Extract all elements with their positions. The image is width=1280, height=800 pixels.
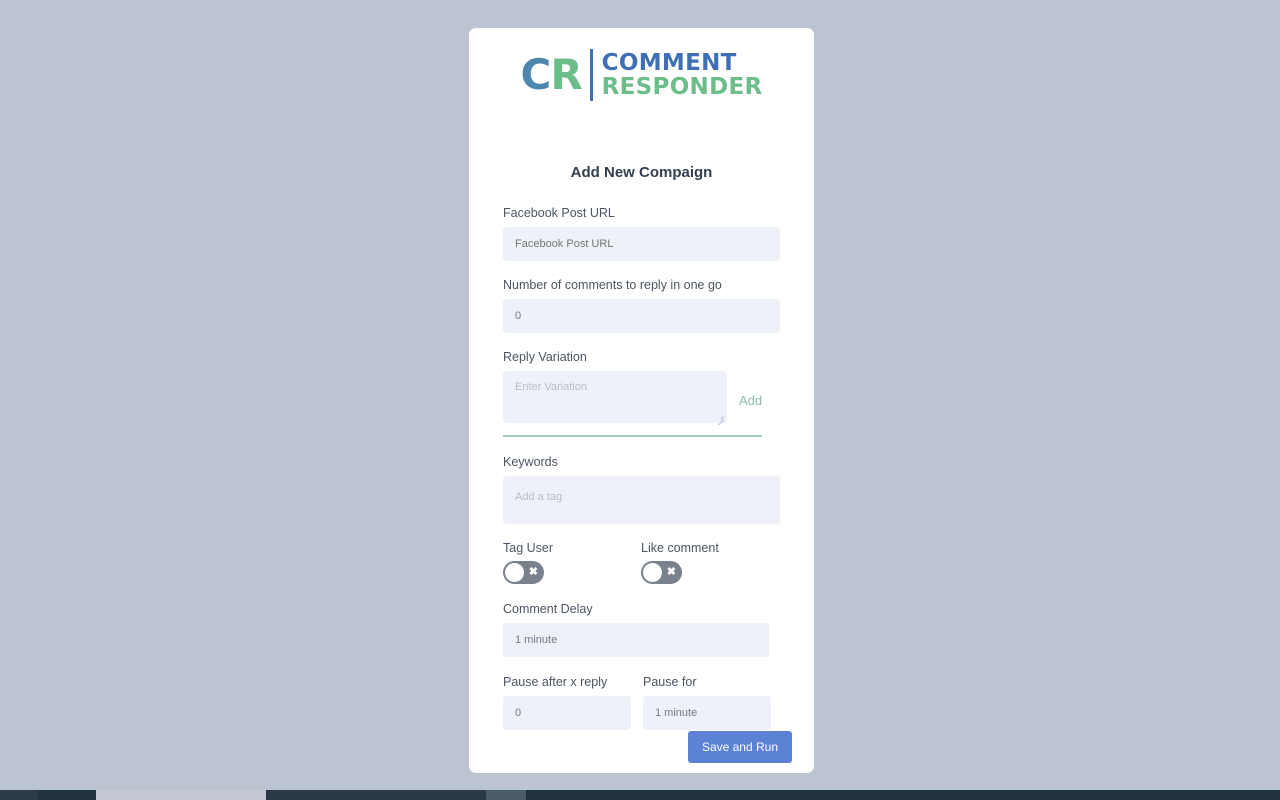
logo-word-comment: COMMENT: [601, 49, 737, 76]
keywords-tag-input[interactable]: Add a tag: [503, 476, 780, 524]
label-reply-variation: Reply Variation: [503, 350, 587, 364]
pause-settings-row: Pause after x reply 0 Pause for 1 minute: [503, 675, 780, 730]
field-like-comment: Like comment ✖: [641, 541, 779, 584]
taskbar-segment: [0, 790, 38, 800]
logo-letter-r: R: [550, 50, 582, 99]
label-keywords: Keywords: [503, 455, 558, 469]
add-campaign-card: CR COMMENT RESPONDER Add New Compaign Fa…: [469, 28, 814, 773]
field-comment-delay: Comment Delay 1 minute: [503, 602, 780, 657]
cross-icon: ✖: [528, 566, 538, 578]
number-of-comments-input[interactable]: 0: [503, 299, 780, 333]
field-pause-after-x-reply: Pause after x reply 0: [503, 675, 631, 730]
comment-delay-select[interactable]: 1 minute: [503, 623, 769, 657]
form-actions: Save and Run: [687, 731, 792, 763]
logo-monogram: CR: [520, 54, 582, 96]
taskbar-segment: [96, 790, 266, 800]
field-pause-for: Pause for 1 minute: [643, 675, 771, 730]
app-logo: CR COMMENT RESPONDER: [469, 44, 814, 106]
save-and-run-button[interactable]: Save and Run: [687, 731, 792, 763]
label-tag-user: Tag User: [503, 541, 554, 555]
field-keywords: Keywords Add a tag: [503, 455, 780, 524]
label-number-of-comments: Number of comments to reply in one go: [503, 278, 722, 292]
field-tag-user: Tag User ✖: [503, 541, 641, 584]
resize-handle-icon[interactable]: [715, 412, 725, 426]
page-title: Add New Compaign: [570, 164, 713, 181]
cross-icon: ✖: [666, 566, 676, 578]
tag-user-toggle[interactable]: ✖: [503, 561, 544, 584]
taskbar-segment: [266, 790, 486, 800]
facebook-post-url-input[interactable]: [503, 227, 780, 261]
pause-for-select[interactable]: 1 minute: [643, 696, 771, 730]
add-variation-button[interactable]: Add: [739, 393, 762, 408]
logo-divider: [589, 49, 593, 101]
label-like-comment: Like comment: [641, 541, 719, 555]
label-pause-for: Pause for: [643, 675, 697, 689]
field-reply-variation: Reply Variation Enter Variation Add: [503, 350, 780, 437]
label-pause-after-x-reply: Pause after x reply: [503, 675, 608, 689]
variation-divider: [503, 435, 762, 437]
taskbar[interactable]: [0, 790, 1280, 800]
toggles-row: Tag User ✖ Like comment ✖: [503, 541, 780, 584]
like-comment-toggle[interactable]: ✖: [641, 561, 682, 584]
taskbar-segment: [486, 790, 526, 800]
label-facebook-post-url: Facebook Post URL: [503, 206, 615, 220]
toggle-knob: [505, 563, 524, 582]
logo-letter-c: C: [520, 50, 551, 99]
pause-after-x-reply-input[interactable]: 0: [503, 696, 631, 730]
label-comment-delay: Comment Delay: [503, 602, 593, 616]
field-number-of-comments: Number of comments to reply in one go 0: [503, 278, 780, 333]
reply-variation-textarea[interactable]: Enter Variation: [503, 371, 727, 426]
toggle-knob: [643, 563, 662, 582]
campaign-form: Facebook Post URL Number of comments to …: [503, 206, 780, 730]
field-facebook-post-url: Facebook Post URL: [503, 206, 780, 261]
logo-word-responder: RESPONDER: [601, 74, 763, 100]
